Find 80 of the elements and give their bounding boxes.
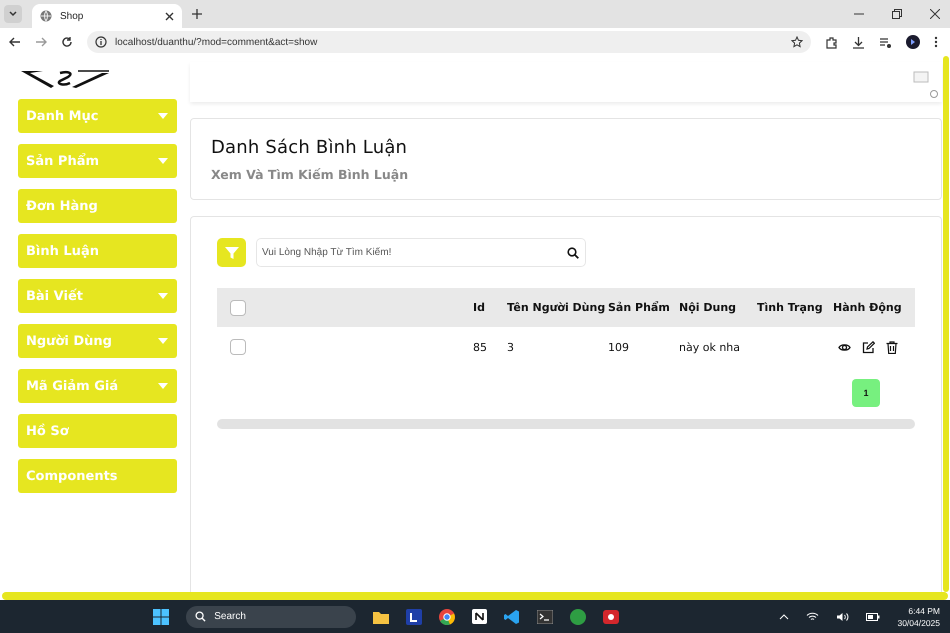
- clock-time[interactable]: 6:44 PM: [908, 604, 940, 616]
- sidebar-item[interactable]: Mã Giảm Giá: [18, 369, 177, 403]
- sidebar-item[interactable]: Sản Phẩm: [18, 144, 177, 178]
- clock-date[interactable]: 30/04/2025: [897, 616, 940, 628]
- table-cell: 3: [507, 340, 514, 354]
- browser-tab[interactable]: Shop: [32, 4, 182, 28]
- sidebar-item[interactable]: Đơn Hàng: [18, 189, 177, 223]
- search-icon[interactable]: [567, 246, 579, 258]
- sidebar-item-label: Mã Giảm Giá: [26, 378, 118, 394]
- terminal-icon[interactable]: [537, 610, 554, 624]
- extensions-icon[interactable]: [825, 36, 838, 48]
- sidebar-item[interactable]: Components: [18, 459, 177, 493]
- info-icon: [95, 36, 107, 48]
- sidebar-item-label: Sản Phẩm: [26, 154, 100, 168]
- battery-icon[interactable]: [866, 612, 880, 620]
- column-header: Id: [473, 301, 486, 314]
- caret-icon: [158, 113, 168, 119]
- tab-list-button[interactable]: [4, 5, 22, 23]
- close-icon[interactable]: [930, 9, 940, 19]
- sidebar-item-label: Người Dùng: [26, 334, 112, 348]
- column-header: Sản Phẩm: [608, 301, 671, 314]
- back-icon[interactable]: [9, 36, 21, 48]
- caret-icon: [158, 293, 168, 299]
- globe-icon: [40, 10, 52, 22]
- chevron-down-icon: [8, 9, 18, 19]
- column-header: Tên Người Dùng: [507, 301, 606, 314]
- sidebar-item-label: Components: [26, 468, 118, 484]
- profile-icon[interactable]: [906, 35, 920, 49]
- table-cell: này ok nha: [679, 340, 740, 354]
- reload-icon[interactable]: [61, 36, 73, 48]
- app-icon[interactable]: [406, 608, 422, 624]
- sidebar-item-label: Hồ Sơ: [26, 424, 69, 438]
- start-icon[interactable]: [153, 608, 170, 624]
- table-cell: 109: [608, 340, 629, 354]
- page-title: Danh Sách Bình Luận: [211, 137, 408, 158]
- chevron-up-icon[interactable]: [779, 614, 790, 620]
- caret-icon: [158, 338, 168, 344]
- sidebar-item-label: Bài Viết: [26, 288, 83, 304]
- scroll-bar[interactable]: [943, 56, 949, 592]
- sidebar-item[interactable]: Bài Viết: [18, 279, 177, 313]
- column-header: Hành Động: [833, 301, 903, 314]
- sidebar-item[interactable]: Hồ Sơ: [18, 414, 177, 448]
- checkbox[interactable]: [230, 339, 246, 355]
- search-icon: [195, 611, 206, 622]
- wifi-icon[interactable]: [806, 612, 820, 622]
- code-editor-icon[interactable]: [504, 608, 520, 624]
- sidebar-item-label: Bình Luận: [26, 244, 99, 258]
- search-field[interactable]: Vui Lòng Nhập Từ Tìm Kiếm!: [256, 238, 586, 267]
- browser-icon[interactable]: [439, 608, 456, 624]
- column-header: Nội Dung: [679, 301, 738, 314]
- menu-icon[interactable]: [934, 36, 938, 48]
- table-cell: 85: [473, 340, 487, 354]
- sidebar-item-label: Danh Mục: [26, 108, 98, 124]
- app-icon[interactable]: [472, 609, 488, 624]
- sidebar-item[interactable]: Danh Mục: [18, 99, 177, 133]
- checkbox[interactable]: [230, 300, 246, 316]
- sidebar-item[interactable]: Người Dùng: [18, 324, 177, 358]
- close-icon[interactable]: [165, 12, 174, 20]
- address-bar[interactable]: localhost/duanthu/?mod=comment&act=show: [87, 31, 811, 53]
- edit-icon[interactable]: [862, 340, 875, 354]
- caret-icon: [158, 158, 168, 164]
- star-icon[interactable]: [791, 36, 803, 48]
- caret-icon: [158, 383, 168, 389]
- scroll-bar[interactable]: [217, 419, 915, 429]
- column-header: Tình Trạng: [757, 301, 824, 314]
- download-icon[interactable]: [852, 36, 865, 48]
- page-subtitle: Xem Và Tìm Kiếm Bình Luận: [211, 167, 410, 182]
- taskbar-search[interactable]: Search: [186, 606, 356, 628]
- folder-icon[interactable]: [373, 610, 390, 624]
- filter-icon: [224, 244, 240, 260]
- restore-icon[interactable]: [892, 9, 902, 19]
- forward-icon[interactable]: [35, 36, 47, 48]
- volume-icon[interactable]: [836, 612, 850, 622]
- trash-icon[interactable]: [886, 340, 898, 354]
- page-button[interactable]: 1: [852, 379, 880, 407]
- media-icon[interactable]: [879, 36, 892, 48]
- sidebar-item-label: Đơn Hàng: [26, 198, 98, 214]
- record-icon[interactable]: [603, 610, 620, 624]
- new-tab-icon[interactable]: [192, 9, 202, 19]
- sidebar-item[interactable]: Bình Luận: [18, 234, 177, 268]
